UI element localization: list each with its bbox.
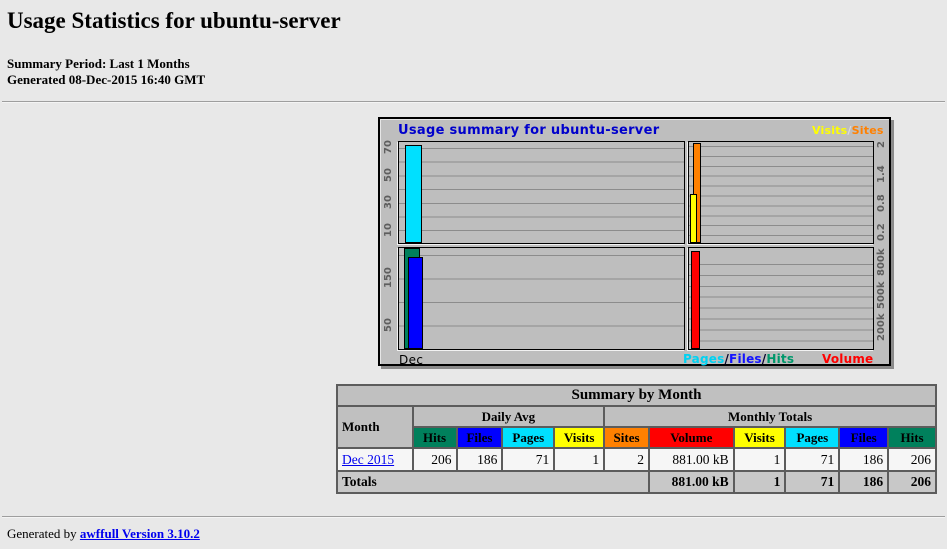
cell-daily-pages: 71 bbox=[502, 448, 554, 471]
column-header-files: Files bbox=[839, 427, 888, 448]
totals-label: Totals bbox=[337, 471, 649, 493]
legend-hits-label: Hits bbox=[766, 352, 794, 366]
chart-legend-visits-sites: Visits/Sites bbox=[812, 124, 884, 137]
column-header-volume: Volume bbox=[649, 427, 734, 448]
ytick-sites-2: 2 bbox=[874, 132, 889, 158]
horizontal-rule-bottom bbox=[2, 516, 945, 518]
column-header-files: Files bbox=[457, 427, 503, 448]
totals-row: Totals 881.00 kB 1 71 186 206 bbox=[337, 471, 936, 493]
chart-title: Usage summary for ubuntu-server bbox=[398, 123, 659, 138]
panel-visits-sites bbox=[688, 141, 874, 244]
table-title: Summary by Month bbox=[337, 385, 936, 406]
summary-by-month-table: Summary by Month Month Daily Avg Monthly… bbox=[336, 384, 937, 494]
column-header-hits: Hits bbox=[413, 427, 457, 448]
column-header-visits: Visits bbox=[734, 427, 786, 448]
cell-monthly-hits: 206 bbox=[888, 448, 936, 471]
legend-files-label: Files bbox=[729, 352, 762, 366]
ytick-sites-1-4: 1.4 bbox=[874, 161, 889, 187]
ytick-sites-0-2: 0.2 bbox=[874, 219, 889, 245]
column-header-visits: Visits bbox=[554, 427, 604, 448]
horizontal-rule-top bbox=[2, 101, 945, 103]
ytick-sites-0-8: 0.8 bbox=[874, 190, 889, 216]
xtick-dec: Dec bbox=[399, 353, 423, 367]
cell-monthly-volume: 881.00 kB bbox=[649, 448, 734, 471]
usage-summary-chart: Usage summary for ubuntu-server Visits/S… bbox=[378, 117, 891, 366]
chart-legend-pages-files-hits: Pages/Files/Hits bbox=[683, 352, 794, 366]
ytick-volume-800k: 800k bbox=[874, 249, 889, 275]
totals-volume: 881.00 kB bbox=[649, 471, 734, 493]
cell-monthly-visits: 1 bbox=[734, 448, 786, 471]
ytick-pages-10: 10 bbox=[381, 217, 396, 243]
gridlines bbox=[399, 148, 684, 243]
gridlines bbox=[399, 255, 684, 349]
visits-bar bbox=[690, 194, 697, 243]
cell-monthly-pages: 71 bbox=[785, 448, 839, 471]
ytick-pages-30: 30 bbox=[381, 189, 396, 215]
group-header-monthly-totals: Monthly Totals bbox=[604, 406, 936, 427]
legend-visits-label: Visits bbox=[812, 124, 847, 137]
cell-daily-hits: 206 bbox=[413, 448, 457, 471]
totals-hits: 206 bbox=[888, 471, 936, 493]
cell-daily-files: 186 bbox=[457, 448, 503, 471]
summary-period: Summary Period: Last 1 Months bbox=[7, 56, 190, 72]
column-header-hits: Hits bbox=[888, 427, 936, 448]
ytick-hits-150: 150 bbox=[381, 265, 396, 291]
month-link-dec-2015[interactable]: Dec 2015 bbox=[342, 452, 394, 467]
table-row: Dec 2015 206 186 71 1 2 881.00 kB 1 71 1… bbox=[337, 448, 936, 471]
legend-pages-label: Pages bbox=[683, 352, 724, 366]
legend-volume-label: Volume bbox=[822, 352, 873, 366]
totals-pages: 71 bbox=[785, 471, 839, 493]
footer-text: Generated by bbox=[7, 526, 80, 541]
page-title: Usage Statistics for ubuntu-server bbox=[7, 8, 341, 34]
column-header-month: Month bbox=[337, 406, 413, 448]
cell-monthly-sites: 2 bbox=[604, 448, 649, 471]
volume-bar bbox=[691, 251, 700, 349]
files-bar bbox=[408, 257, 423, 349]
panel-pages bbox=[398, 141, 685, 244]
ytick-pages-70: 70 bbox=[381, 134, 396, 160]
ytick-pages-50: 50 bbox=[381, 162, 396, 188]
gridlines bbox=[689, 264, 873, 349]
footer: Generated by awffull Version 3.10.2 bbox=[7, 526, 200, 542]
ytick-volume-500k: 500k bbox=[874, 282, 889, 308]
gridlines bbox=[689, 146, 873, 243]
cell-daily-visits: 1 bbox=[554, 448, 604, 471]
awffull-version-link[interactable]: awffull Version 3.10.2 bbox=[80, 526, 200, 541]
panel-hits-files bbox=[398, 247, 685, 350]
generated-timestamp: Generated 08-Dec-2015 16:40 GMT bbox=[7, 72, 205, 88]
panel-volume bbox=[688, 247, 874, 350]
cell-monthly-files: 186 bbox=[839, 448, 888, 471]
totals-files: 186 bbox=[839, 471, 888, 493]
column-header-sites: Sites bbox=[604, 427, 649, 448]
ytick-volume-200k: 200k bbox=[874, 314, 889, 340]
pages-bar bbox=[405, 145, 422, 243]
column-header-pages: Pages bbox=[785, 427, 839, 448]
totals-visits: 1 bbox=[734, 471, 786, 493]
group-header-daily-avg: Daily Avg bbox=[413, 406, 604, 427]
ytick-hits-50: 50 bbox=[381, 312, 396, 338]
column-header-pages: Pages bbox=[502, 427, 554, 448]
